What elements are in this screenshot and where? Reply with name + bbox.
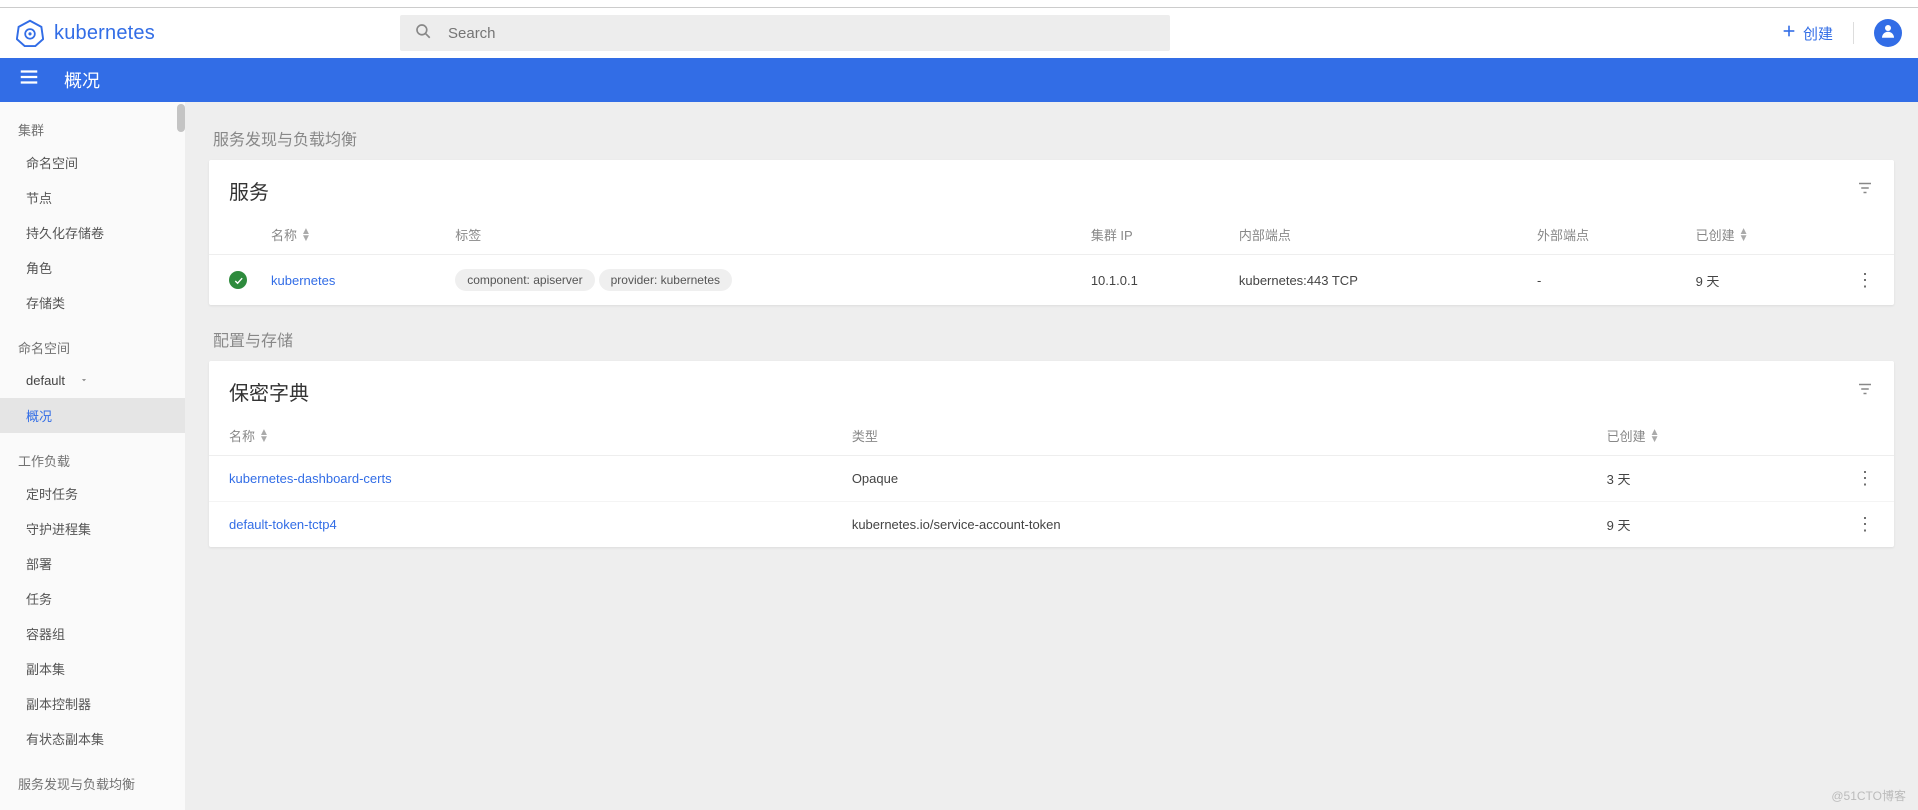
secrets-card: 保密字典 名称▲▼ 类型 已创建▲▼ kubernetes-dashboard-… (209, 361, 1894, 547)
sort-icon: ▲▼ (1650, 429, 1660, 443)
section-title-config-storage: 配置与存储 (213, 327, 1894, 351)
page-header-bar: 概况 (0, 58, 1918, 102)
section-title-service-discovery: 服务发现与负载均衡 (213, 126, 1894, 150)
col-name[interactable]: 名称▲▼ (229, 426, 269, 445)
sidebar-item-overview[interactable]: 概况 (0, 398, 185, 433)
filter-icon[interactable] (1856, 380, 1874, 403)
cell-type: kubernetes.io/service-account-token (840, 502, 1595, 548)
kubernetes-logo-icon (16, 19, 44, 47)
hamburger-menu-icon[interactable] (18, 66, 40, 94)
col-name[interactable]: 名称▲▼ (271, 225, 311, 244)
cell-created: 3 天 (1595, 456, 1844, 502)
col-cluster-ip[interactable]: 集群 IP (1079, 215, 1227, 255)
service-name-link[interactable]: kubernetes (271, 273, 335, 288)
page-title: 概况 (64, 67, 100, 93)
logo-text: kubernetes (54, 22, 155, 45)
row-menu-icon[interactable]: ⋮ (1856, 270, 1874, 290)
status-ok-icon (229, 271, 247, 289)
scrollbar-thumb[interactable] (177, 104, 185, 132)
sidebar-item[interactable]: 存储类 (0, 285, 185, 320)
sidebar-item[interactable]: 副本控制器 (0, 686, 185, 721)
filter-icon[interactable] (1856, 179, 1874, 202)
sidebar: 集群 命名空间节点持久化存储卷角色存储类 命名空间 default 概况 工作负… (0, 102, 185, 810)
search-input[interactable] (448, 25, 1156, 42)
app-top-bar: kubernetes 创建 (0, 8, 1918, 58)
create-button[interactable]: 创建 (1781, 23, 1833, 44)
col-internal-ep[interactable]: 内部端点 (1227, 215, 1525, 255)
sidebar-item[interactable]: 副本集 (0, 651, 185, 686)
cell-external-ep: - (1525, 255, 1684, 306)
sidebar-item[interactable]: 任务 (0, 581, 185, 616)
label-chip: component: apiserver (455, 269, 594, 291)
divider (1853, 22, 1854, 44)
sidebar-item[interactable]: 容器组 (0, 616, 185, 651)
namespace-select[interactable]: default (0, 363, 185, 398)
cell-created: 9 天 (1595, 502, 1844, 548)
secrets-card-title: 保密字典 (229, 377, 309, 406)
services-card-title: 服务 (229, 176, 269, 205)
col-type[interactable]: 类型 (840, 416, 1595, 456)
namespace-selected: default (26, 373, 65, 388)
col-created[interactable]: 已创建▲▼ (1607, 426, 1660, 445)
create-label: 创建 (1803, 23, 1833, 44)
services-card: 服务 名称▲▼ 标签 集群 IP 内部端点 外部端点 已创建▲▼ kuberne… (209, 160, 1894, 305)
sidebar-header-cluster: 集群 (0, 110, 185, 145)
logo[interactable]: kubernetes (16, 19, 155, 47)
sidebar-header-service-discovery: 服务发现与负载均衡 (0, 764, 185, 799)
col-created[interactable]: 已创建▲▼ (1696, 225, 1749, 244)
col-labels[interactable]: 标签 (443, 215, 1079, 255)
secret-name-link[interactable]: kubernetes-dashboard-certs (229, 471, 392, 486)
secrets-table: 名称▲▼ 类型 已创建▲▼ kubernetes-dashboard-certs… (209, 416, 1894, 547)
sidebar-item[interactable]: 角色 (0, 250, 185, 285)
table-row: kubernetes-dashboard-certs Opaque3 天 ⋮ (209, 456, 1894, 502)
browser-bookmark-bar (0, 0, 1918, 8)
sidebar-item[interactable]: 守护进程集 (0, 511, 185, 546)
sort-icon: ▲▼ (1739, 228, 1749, 242)
chevron-down-icon (79, 373, 89, 388)
cell-type: Opaque (840, 456, 1595, 502)
cell-created: 9 天 (1684, 255, 1844, 306)
sidebar-item[interactable]: 持久化存储卷 (0, 215, 185, 250)
sidebar-item[interactable]: 有状态副本集 (0, 721, 185, 756)
sidebar-header-namespace: 命名空间 (0, 328, 185, 363)
sort-icon: ▲▼ (259, 429, 269, 443)
main-content: 服务发现与负载均衡 服务 名称▲▼ 标签 集群 IP 内部端点 外部端点 已创建… (185, 102, 1918, 810)
plus-icon (1781, 23, 1797, 43)
row-menu-icon[interactable]: ⋮ (1856, 468, 1874, 488)
watermark: @51CTO博客 (1831, 787, 1906, 804)
label-chip: provider: kubernetes (599, 269, 732, 291)
table-row: default-token-tctp4 kubernetes.io/service… (209, 502, 1894, 548)
table-row: kubernetes component: apiserverprovider: … (209, 255, 1894, 306)
sidebar-item[interactable]: 定时任务 (0, 476, 185, 511)
sidebar-header-workloads: 工作负载 (0, 441, 185, 476)
search-icon (414, 22, 432, 45)
sidebar-item[interactable]: 部署 (0, 546, 185, 581)
user-menu[interactable] (1874, 19, 1902, 47)
user-icon (1879, 22, 1897, 45)
cell-internal-ep: kubernetes:443 TCP (1227, 255, 1525, 306)
sidebar-item[interactable]: 命名空间 (0, 145, 185, 180)
secret-name-link[interactable]: default-token-tctp4 (229, 517, 337, 532)
cell-cluster-ip: 10.1.0.1 (1079, 255, 1227, 306)
search-box[interactable] (400, 15, 1170, 51)
col-external-ep[interactable]: 外部端点 (1525, 215, 1684, 255)
row-menu-icon[interactable]: ⋮ (1856, 514, 1874, 534)
sort-icon: ▲▼ (301, 228, 311, 242)
sidebar-item[interactable]: 节点 (0, 180, 185, 215)
services-table: 名称▲▼ 标签 集群 IP 内部端点 外部端点 已创建▲▼ kubernetes… (209, 215, 1894, 305)
